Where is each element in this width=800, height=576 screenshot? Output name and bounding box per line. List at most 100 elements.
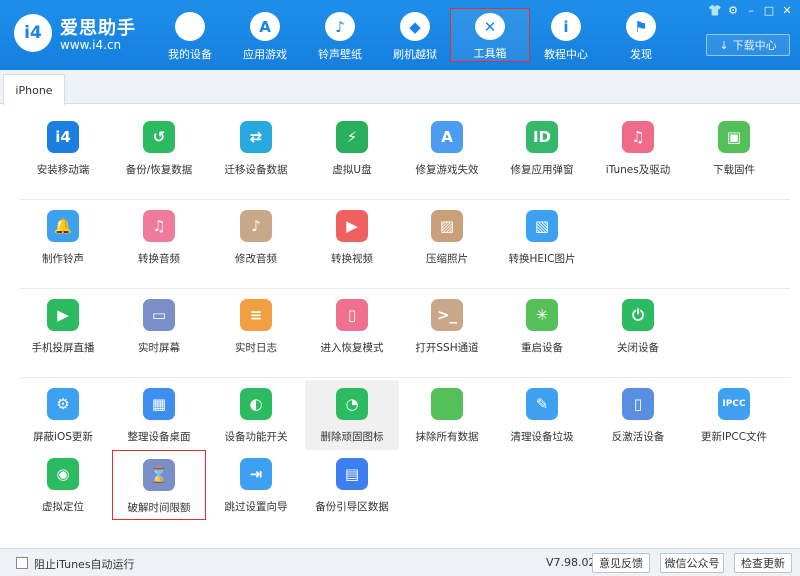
flash-jailbreak-icon: ◆ (400, 12, 430, 41)
tool-label: 进入恢复模式 (320, 342, 384, 354)
tool-backup-boot[interactable]: ▤ 备份引导区数据 (305, 450, 399, 520)
tool-convert-video[interactable]: ▶ 转换视频 (305, 202, 399, 272)
tool-label: 实时屏幕 (138, 342, 180, 354)
fix-game-icon: A (431, 121, 463, 153)
virtual-udisk-icon: ⚡ (336, 121, 368, 153)
tool-erase-data[interactable]: 抹除所有数据 (400, 380, 494, 450)
tool-itunes-driver[interactable]: ♫ iTunes及驱动 (591, 113, 685, 183)
block-itunes-checkbox[interactable] (16, 557, 28, 569)
backup-restore-icon: ↺ (143, 121, 175, 153)
tool-label: 下载固件 (713, 164, 755, 176)
tool-label: 虚拟定位 (42, 501, 84, 513)
compress-photo-icon: ▨ (431, 210, 463, 242)
tool-label: 跳过设置向导 (224, 501, 288, 513)
download-center-label: 下载中心 (732, 39, 777, 52)
close-icon[interactable]: ✕ (780, 4, 794, 18)
convert-audio-icon: ♫ (143, 210, 175, 242)
tool-fix-game[interactable]: A 修复游戏失效 (400, 113, 494, 183)
apps-games-icon: A (250, 12, 280, 41)
tool-virtual-udisk[interactable]: ⚡ 虚拟U盘 (305, 113, 399, 183)
ssh-channel-icon: >_ (431, 299, 463, 331)
tool-label: 迁移设备数据 (224, 164, 288, 176)
nav-label: 工具箱 (473, 47, 507, 60)
brand-url: www.i4.cn (60, 38, 122, 52)
tool-convert-audio[interactable]: ♫ 转换音频 (112, 202, 206, 272)
version-label: V7.98.02 (546, 556, 596, 569)
tool-convert-heic[interactable]: ▧ 转换HEIC图片 (495, 202, 589, 272)
toolbox-grid: i4 安装移动端 ↺ 备份/恢复数据 ⇄ 迁移设备数据 ⚡ 虚拟U盘 A 修复游戏失效 ID 修复应用… (0, 105, 800, 548)
settings-icon[interactable]: ⚙ (726, 4, 740, 18)
tool-fix-app-popup[interactable]: ID 修复应用弹窗 (495, 113, 589, 183)
my-device-icon (175, 12, 205, 41)
tool-label: 压缩照片 (426, 253, 468, 265)
nav-label: 铃声壁纸 (318, 48, 362, 61)
tool-arrange-desktop[interactable]: ▦ 整理设备桌面 (112, 380, 206, 450)
tool-device-switches[interactable]: ◐ 设备功能开关 (209, 380, 303, 450)
screen-mirror-icon: ▶ (47, 299, 79, 331)
block-itunes-label: 阻止iTunes自动运行 (34, 558, 135, 571)
nav-toolbox[interactable]: ✕ 工具箱 (450, 8, 530, 62)
nav-discover[interactable]: ⚑ 发现 (601, 8, 681, 62)
tool-label: 转换HEIC图片 (508, 253, 576, 265)
tab-iphone[interactable]: iPhone (3, 74, 65, 105)
wechat-button[interactable]: 微信公众号 (660, 553, 724, 573)
tool-edit-audio[interactable]: ♪ 修改音频 (209, 202, 303, 272)
tool-shutdown-device[interactable]: ⏻ 关闭设备 (591, 291, 685, 361)
nav-tutorial-center[interactable]: i 教程中心 (526, 8, 606, 62)
check-update-button[interactable]: 检查更新 (734, 553, 792, 573)
edit-audio-icon: ♪ (240, 210, 272, 242)
make-ringtone-icon: 🔔 (47, 210, 79, 242)
tool-label: 转换音频 (138, 253, 180, 265)
recovery-mode-icon: ▯ (336, 299, 368, 331)
nav-label: 应用游戏 (243, 48, 287, 61)
tool-migrate-data[interactable]: ⇄ 迁移设备数据 (209, 113, 303, 183)
live-log-icon: ≡ (240, 299, 272, 331)
convert-heic-icon: ▧ (526, 210, 558, 242)
nav-label: 发现 (630, 48, 652, 61)
update-ipcc-icon: IPCC (718, 388, 750, 420)
tool-install-mobile[interactable]: i4 安装移动端 (16, 113, 110, 183)
skin-icon[interactable]: 👕 (708, 4, 722, 18)
tool-compress-photo[interactable]: ▨ 压缩照片 (400, 202, 494, 272)
tool-screen-mirror[interactable]: ▶ 手机投屏直播 (16, 291, 110, 361)
tool-virtual-location[interactable]: ◉ 虚拟定位 (16, 450, 110, 520)
tool-block-ios-update[interactable]: ⚙ 屏蔽iOS更新 (16, 380, 110, 450)
tool-live-screen[interactable]: ▭ 实时屏幕 (112, 291, 206, 361)
tool-crack-time-limit[interactable]: ⌛ 破解时间限额 (112, 450, 206, 520)
tool-backup-restore[interactable]: ↺ 备份/恢复数据 (112, 113, 206, 183)
restart-device-icon: ✳ (526, 299, 558, 331)
tool-download-firmware[interactable]: ▣ 下载固件 (687, 113, 781, 183)
feedback-button[interactable]: 意见反馈 (592, 553, 650, 573)
nav-apps-games[interactable]: A 应用游戏 (225, 8, 305, 62)
nav-flash-jailbreak[interactable]: ◆ 刷机越狱 (375, 8, 455, 62)
backup-boot-icon: ▤ (336, 458, 368, 490)
tool-deactivate-device[interactable]: ▯ 反激活设备 (591, 380, 685, 450)
tool-label: 备份引导区数据 (315, 501, 389, 513)
erase-data-icon (431, 388, 463, 420)
tool-live-log[interactable]: ≡ 实时日志 (209, 291, 303, 361)
tool-label: 备份/恢复数据 (125, 164, 193, 176)
tool-delete-icons[interactable]: ◔ 删除顽固图标 (305, 380, 399, 450)
tool-update-ipcc[interactable]: IPCC 更新IPCC文件 (687, 380, 781, 450)
download-icon: ↓ (719, 38, 729, 52)
tool-label: 制作铃声 (42, 253, 84, 265)
nav-label: 我的设备 (168, 48, 212, 61)
tool-ssh-channel[interactable]: >_ 打开SSH通道 (400, 291, 494, 361)
nav-my-device[interactable]: 我的设备 (150, 8, 230, 62)
live-screen-icon: ▭ (143, 299, 175, 331)
tool-skip-setup[interactable]: ⇥ 跳过设置向导 (209, 450, 303, 520)
maximize-icon[interactable]: □ (762, 4, 776, 18)
minimize-icon[interactable]: – (744, 4, 758, 18)
download-center-button[interactable]: ↓ 下载中心 (706, 34, 790, 56)
tool-label: 反激活设备 (611, 431, 665, 443)
shutdown-device-icon: ⏻ (622, 299, 654, 331)
tool-recovery-mode[interactable]: ▯ 进入恢复模式 (305, 291, 399, 361)
tool-make-ringtone[interactable]: 🔔 制作铃声 (16, 202, 110, 272)
nav-ringtones-wallpapers[interactable]: ♪ 铃声壁纸 (300, 8, 380, 62)
tool-clean-junk[interactable]: ✎ 清理设备垃圾 (495, 380, 589, 450)
window-controls: 👕 ⚙ – □ ✕ (708, 4, 794, 18)
tool-restart-device[interactable]: ✳ 重启设备 (495, 291, 589, 361)
row-divider (20, 199, 790, 200)
brand-name: 爱思助手 (60, 18, 136, 39)
tool-label: 关闭设备 (617, 342, 659, 354)
